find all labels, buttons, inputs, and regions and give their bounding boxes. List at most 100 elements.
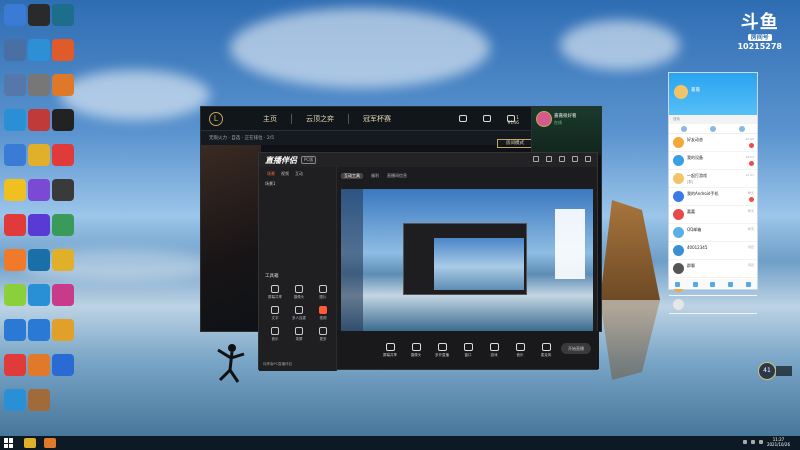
ime-icon[interactable]: [758, 440, 763, 444]
menu-video[interactable]: 视频: [281, 171, 289, 177]
menu-interact[interactable]: 互动: [295, 171, 303, 177]
toolbox-item[interactable]: 更多: [311, 327, 335, 342]
qq-game-icon[interactable]: [745, 281, 751, 287]
toolbox-item[interactable]: 摄像头: [287, 285, 311, 300]
desktop-icon-32[interactable]: [28, 354, 50, 376]
desktop-icon-3[interactable]: [52, 4, 74, 26]
desktop-icon-8[interactable]: [28, 74, 50, 96]
list-item[interactable]: 群聊 周四: [669, 260, 757, 278]
desktop-icon-5[interactable]: [28, 39, 50, 61]
bottom-tool-item[interactable]: 麦克风: [537, 342, 555, 358]
space-tab-icon[interactable]: [739, 125, 746, 132]
bottom-tool-item[interactable]: 游戏: [485, 342, 503, 358]
desktop-icon-4[interactable]: [4, 39, 26, 61]
settings-icon[interactable]: [533, 156, 539, 162]
qq-app-icon[interactable]: [692, 281, 698, 287]
taskbar-douyu-icon[interactable]: [24, 438, 36, 448]
windows-start-icon[interactable]: [4, 438, 16, 448]
desktop-icon-23[interactable]: [28, 249, 50, 271]
bottom-tool-item[interactable]: 窗口: [459, 342, 477, 358]
clock[interactable]: 11:27 2021/10/26: [767, 437, 790, 447]
list-item[interactable]: QQ邮箱 昨天: [669, 224, 757, 242]
lol-tab-tft[interactable]: 云顶之弈: [306, 114, 334, 124]
messages-tab-icon[interactable]: [680, 125, 687, 132]
taskbar-app-icon[interactable]: [44, 438, 56, 448]
desktop-icon-30[interactable]: [52, 319, 74, 341]
desktop-icon-31[interactable]: [4, 354, 26, 376]
lol-collection-icon[interactable]: [475, 114, 499, 123]
menu-scene[interactable]: 场景: [267, 171, 275, 177]
lol-mode-button[interactable]: 房间模式: [497, 139, 533, 148]
avatar[interactable]: [674, 85, 688, 99]
desktop-icon-29[interactable]: [28, 319, 50, 341]
tab-interact-tools[interactable]: 互动工具: [341, 173, 363, 179]
toolbox-item[interactable]: 多人连麦: [287, 306, 311, 321]
desktop-icon-21[interactable]: [52, 214, 74, 236]
desktop-icon-19[interactable]: [4, 214, 26, 236]
desktop-icon-16[interactable]: [4, 179, 26, 201]
desktop-icon-10[interactable]: [4, 109, 26, 131]
lol-tab-cup[interactable]: 冠军杯赛: [363, 114, 391, 124]
bottom-tool-item[interactable]: 屏幕共享: [381, 342, 399, 358]
desktop-icon-22[interactable]: [4, 249, 26, 271]
bottom-tool-item[interactable]: 多开直播: [433, 342, 451, 358]
network-icon[interactable]: [742, 440, 747, 444]
toolbox-item[interactable]: 录屏: [287, 327, 311, 342]
desktop-icon-34[interactable]: [4, 389, 26, 411]
toolbox-item[interactable]: 屏幕共享: [263, 285, 287, 300]
qq-file-icon[interactable]: [728, 281, 734, 287]
desktop-icon-27[interactable]: [52, 284, 74, 306]
list-item[interactable]: [669, 296, 757, 314]
lol-profile-panel[interactable]: 嘉嘉很好看 在线: [531, 107, 601, 155]
qq-main-panel[interactable]: 嘉嘉 搜索 好友动态 16:09 我的设备 16:04 一起打游戏 [群] 12:31 我的A…: [668, 72, 758, 314]
lol-logo-icon[interactable]: L: [209, 111, 223, 126]
qq-menu-icon[interactable]: [675, 281, 681, 287]
list-item[interactable]: 一起打游戏 [群] 12:31: [669, 170, 757, 188]
desktop-icon-35[interactable]: [28, 389, 50, 411]
desktop-icon-24[interactable]: [52, 249, 74, 271]
desktop-icon-18[interactable]: [52, 179, 74, 201]
toolbox-item[interactable]: 视频: [311, 306, 335, 321]
desktop-icon-13[interactable]: [4, 144, 26, 166]
desktop-icon-15[interactable]: [52, 144, 74, 166]
toolbox-item[interactable]: 音乐: [263, 327, 287, 342]
list-item[interactable]: 嘉嘉 昨天: [669, 206, 757, 224]
minimize-icon[interactable]: [572, 156, 578, 162]
desktop-icon-28[interactable]: [4, 319, 26, 341]
desktop-icon-12[interactable]: [52, 109, 74, 131]
qq-search-input[interactable]: 搜索: [669, 115, 757, 124]
desktop-icon-7[interactable]: [4, 74, 26, 96]
desktop-icon-11[interactable]: [28, 109, 50, 131]
bottom-tool-item[interactable]: 音乐: [511, 342, 529, 358]
list-item[interactable]: 40012345 周四: [669, 242, 757, 260]
desktop-icon-1[interactable]: [4, 4, 26, 26]
close-icon[interactable]: [585, 156, 591, 162]
list-item[interactable]: 我的Android手机 昨天: [669, 188, 757, 206]
bottom-tool-item[interactable]: 摄像头: [407, 342, 425, 358]
desktop-icon-6[interactable]: [52, 39, 74, 61]
douyu-live-helper-window[interactable]: 直播伴侣 PC版 场景 视频 互动 场景1 工具箱 屏幕共享 摄像头 图片 文字 多人连…: [258, 152, 599, 371]
list-item[interactable]: 好友动态 16:09: [669, 134, 757, 152]
desktop-icon-25[interactable]: [4, 284, 26, 306]
scene-item[interactable]: 场景1: [259, 177, 336, 191]
tab-welfare[interactable]: 福利: [371, 173, 379, 179]
toolbox-item[interactable]: 图片: [311, 285, 335, 300]
desktop-icon-26[interactable]: [28, 284, 50, 306]
tab-room-info[interactable]: 直播间信息: [387, 173, 407, 179]
desktop-icon-14[interactable]: [28, 144, 50, 166]
stream-preview[interactable]: [341, 189, 593, 331]
desktop-icon-2[interactable]: [28, 4, 50, 26]
lol-tab-home[interactable]: 主页: [263, 114, 277, 124]
skin-icon[interactable]: [546, 156, 552, 162]
performance-widget[interactable]: 41: [758, 362, 776, 380]
desktop-icon-9[interactable]: [52, 74, 74, 96]
desktop-icon-20[interactable]: [28, 214, 50, 236]
toolbox-item[interactable]: 文字: [263, 306, 287, 321]
lol-profile-icon[interactable]: [451, 114, 475, 123]
menu-icon[interactable]: [559, 156, 565, 162]
qq-mail-icon[interactable]: [710, 281, 716, 287]
desktop-icon-33[interactable]: [52, 354, 74, 376]
list-item[interactable]: 我的设备 16:04: [669, 152, 757, 170]
start-live-button[interactable]: 开始直播: [561, 343, 591, 354]
volume-icon[interactable]: [750, 440, 755, 444]
